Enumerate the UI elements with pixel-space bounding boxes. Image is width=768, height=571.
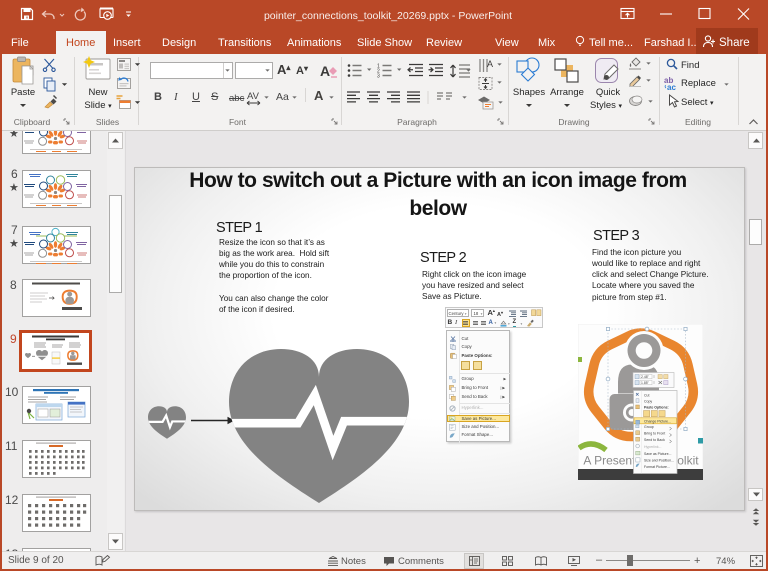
svg-text:ac: ac — [667, 83, 676, 90]
svg-text:Copy: Copy — [644, 400, 652, 404]
svg-text:Send to Back: Send to Back — [644, 438, 665, 442]
svg-text:Size and Position...: Size and Position... — [644, 459, 674, 463]
svg-text:Change Picture...: Change Picture... — [644, 419, 671, 423]
svg-text:Group: Group — [644, 425, 654, 429]
svg-text:1.85": 1.85" — [641, 381, 650, 385]
svg-text:3: 3 — [377, 74, 380, 79]
svg-text:A: A — [320, 63, 330, 79]
svg-text:Hyperlink...: Hyperlink... — [644, 445, 662, 449]
svg-text:Bring to Front: Bring to Front — [644, 432, 665, 436]
svg-text:Paste Options:: Paste Options: — [644, 406, 669, 410]
svg-text:Save as Picture...: Save as Picture... — [644, 452, 671, 456]
svg-text:A: A — [487, 59, 493, 69]
svg-text:Cut: Cut — [644, 394, 649, 398]
svg-text:2.48": 2.48" — [641, 375, 650, 379]
svg-text:Format Picture...: Format Picture... — [644, 465, 670, 469]
